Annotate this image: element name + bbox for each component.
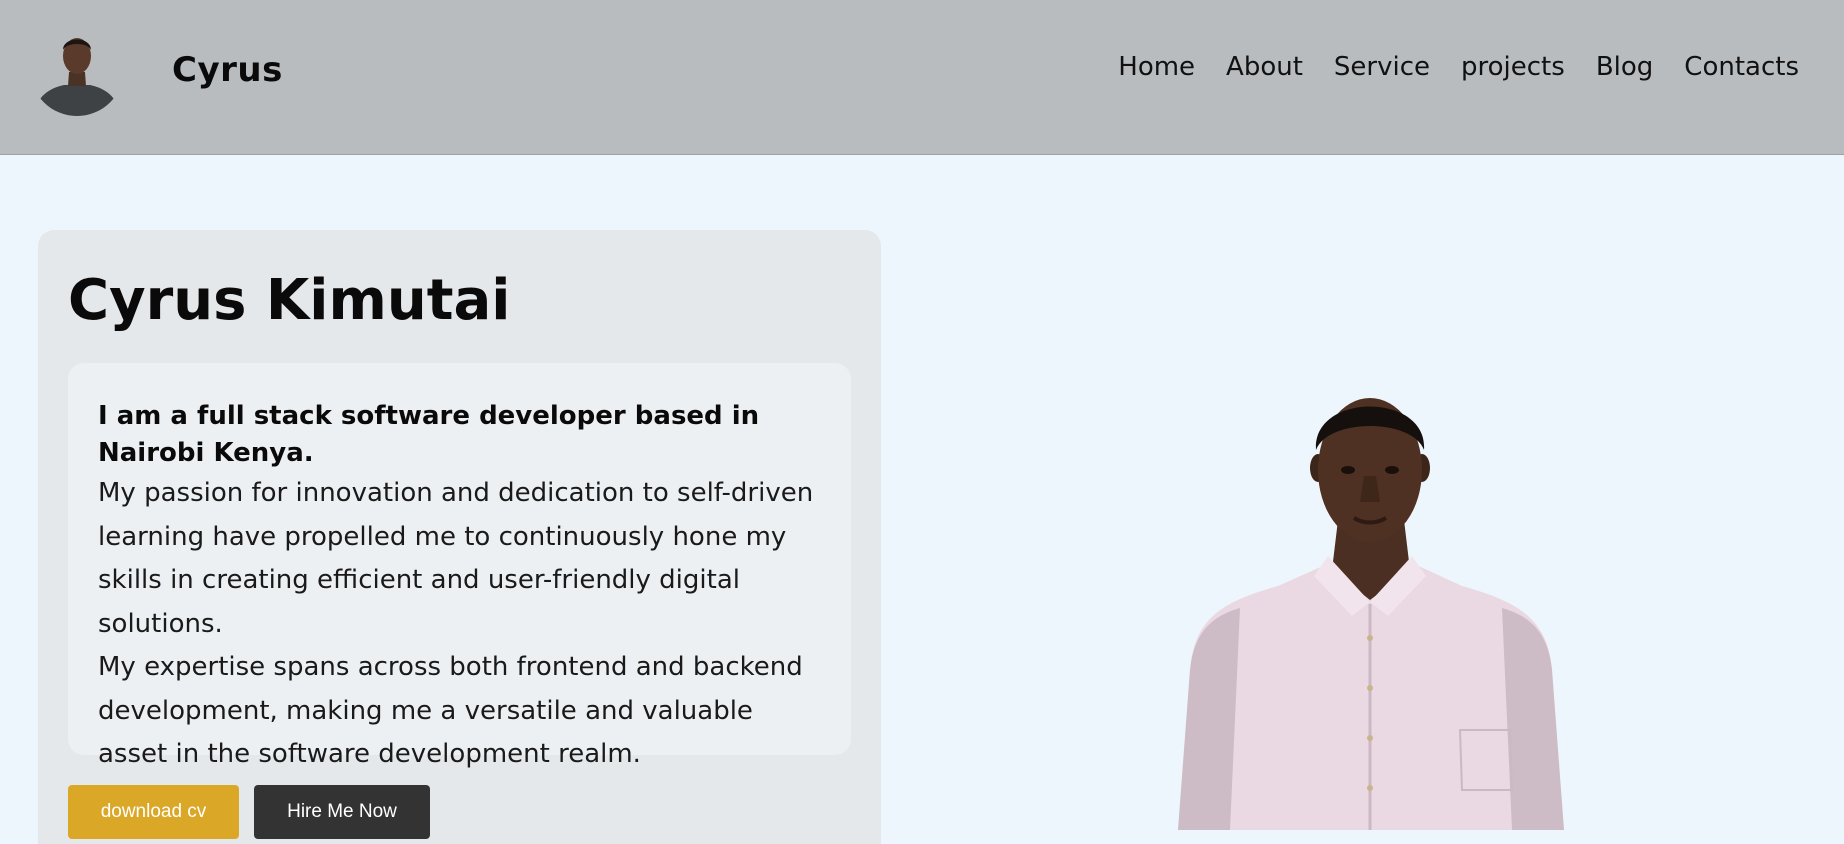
hire-me-button[interactable]: Hire Me Now bbox=[254, 785, 430, 839]
avatar-photo bbox=[30, 22, 124, 116]
nav-contacts[interactable]: Contacts bbox=[1684, 52, 1799, 82]
bio-paragraph: My passion for innovation and dedication… bbox=[98, 478, 814, 639]
bio-box: I am a full stack software developer bas… bbox=[68, 363, 851, 769]
brand-name[interactable]: Cyrus bbox=[172, 50, 283, 90]
bio-lead: I am a full stack software developer bas… bbox=[98, 401, 760, 468]
bio-paragraph: My expertise spans across both frontend … bbox=[98, 652, 803, 769]
nav-blog[interactable]: Blog bbox=[1596, 52, 1653, 82]
site-header: Cyrus Home About Service projects Blog C… bbox=[0, 0, 1844, 155]
nav-projects[interactable]: projects bbox=[1461, 52, 1565, 82]
main-nav: Home About Service projects Blog Contact… bbox=[1118, 52, 1799, 82]
portrait-illustration bbox=[1178, 398, 1564, 830]
nav-home[interactable]: Home bbox=[1118, 52, 1195, 82]
logo-avatar[interactable] bbox=[30, 22, 124, 116]
intro-name: Cyrus Kimutai bbox=[68, 268, 511, 333]
portrait-photo bbox=[1160, 370, 1620, 830]
nav-about[interactable]: About bbox=[1226, 52, 1303, 82]
nav-service[interactable]: Service bbox=[1334, 52, 1430, 82]
intro-card: Cyrus Kimutai I am a full stack software… bbox=[38, 230, 881, 844]
download-cv-button[interactable]: download cv bbox=[68, 785, 239, 839]
